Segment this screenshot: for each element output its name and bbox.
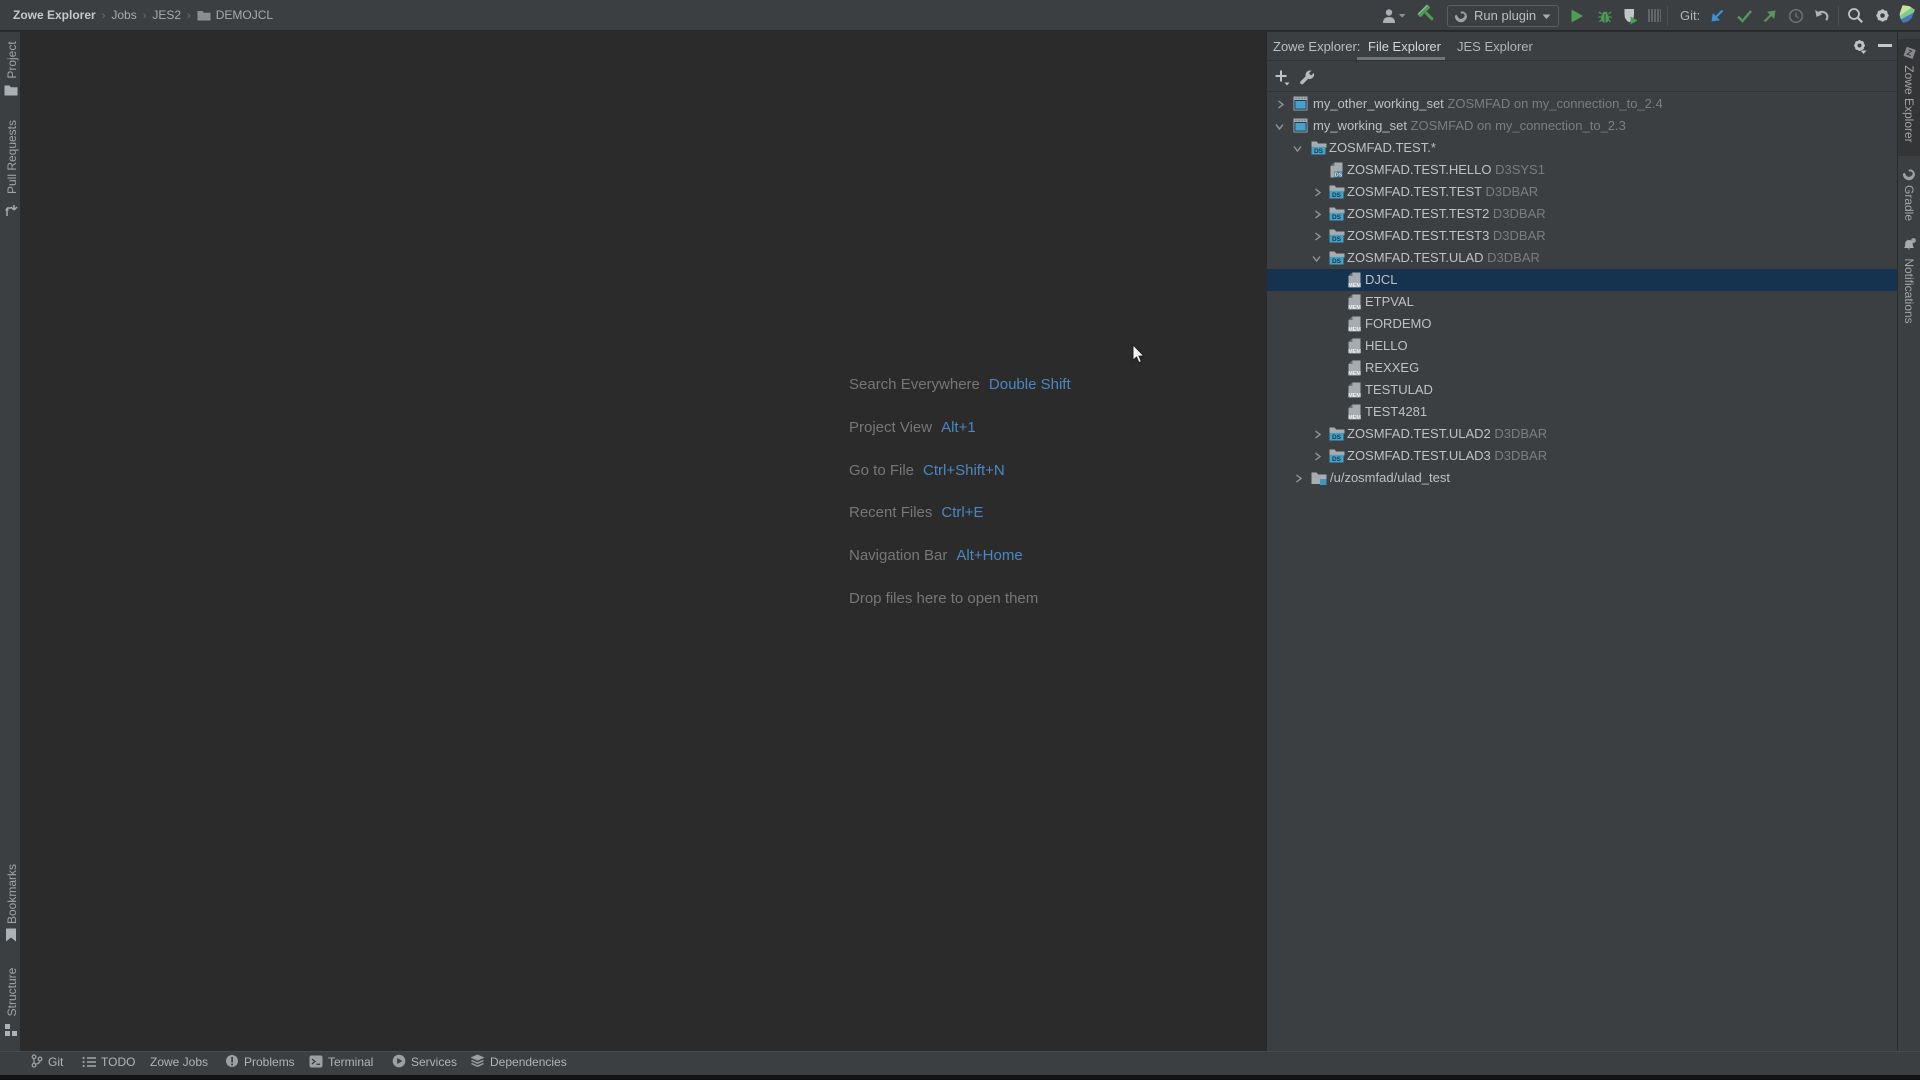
- svg-text:DS: DS: [1332, 192, 1342, 199]
- svg-text:MEM: MEM: [1348, 283, 1361, 288]
- svg-text:DS: DS: [1332, 434, 1342, 441]
- svg-text:DS: DS: [1335, 173, 1343, 178]
- svg-text:MEM: MEM: [1348, 393, 1361, 398]
- svg-text:MEM: MEM: [1348, 415, 1361, 420]
- svg-text:MEM: MEM: [1348, 349, 1361, 354]
- svg-text:DS: DS: [1332, 236, 1342, 243]
- svg-text:DS: DS: [1314, 148, 1324, 155]
- svg-text:DS: DS: [1332, 258, 1342, 265]
- svg-text:DS: DS: [1332, 214, 1342, 221]
- svg-text:MEM: MEM: [1348, 327, 1361, 332]
- svg-text:MEM: MEM: [1348, 305, 1361, 310]
- svg-text:DS: DS: [1332, 456, 1342, 463]
- svg-text:MEM: MEM: [1348, 371, 1361, 376]
